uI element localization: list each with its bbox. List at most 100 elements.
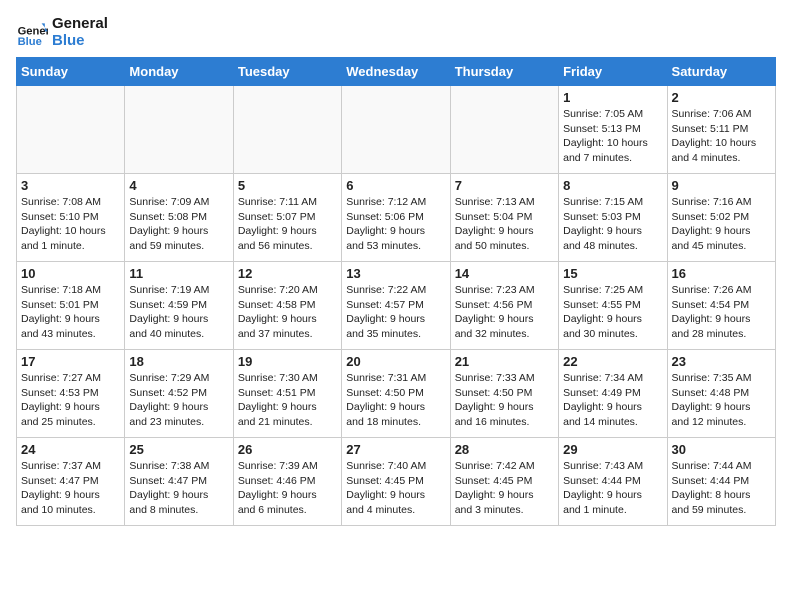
day-number: 4 [129, 178, 228, 193]
calendar-cell: 7 Sunrise: 7:13 AM Sunset: 5:04 PM Daylig… [450, 174, 558, 262]
day-header-thursday: Thursday [450, 58, 558, 86]
calendar-cell [450, 86, 558, 174]
calendar-cell: 8 Sunrise: 7:15 AM Sunset: 5:03 PM Daylig… [559, 174, 667, 262]
day-number: 22 [563, 354, 662, 369]
day-info: Sunrise: 7:38 AM Sunset: 4:47 PM Dayligh… [129, 459, 228, 518]
logo-icon: General Blue [16, 17, 48, 49]
day-info: Sunrise: 7:33 AM Sunset: 4:50 PM Dayligh… [455, 371, 554, 430]
day-info: Sunrise: 7:16 AM Sunset: 5:02 PM Dayligh… [672, 195, 771, 254]
day-info: Sunrise: 7:34 AM Sunset: 4:49 PM Dayligh… [563, 371, 662, 430]
calendar-cell: 29 Sunrise: 7:43 AM Sunset: 4:44 PM Dayli… [559, 438, 667, 526]
day-info: Sunrise: 7:42 AM Sunset: 4:45 PM Dayligh… [455, 459, 554, 518]
day-info: Sunrise: 7:29 AM Sunset: 4:52 PM Dayligh… [129, 371, 228, 430]
calendar-cell: 16 Sunrise: 7:26 AM Sunset: 4:54 PM Dayli… [667, 262, 775, 350]
calendar-cell: 2 Sunrise: 7:06 AM Sunset: 5:11 PM Daylig… [667, 86, 775, 174]
day-header-saturday: Saturday [667, 58, 775, 86]
calendar-cell: 18 Sunrise: 7:29 AM Sunset: 4:52 PM Dayli… [125, 350, 233, 438]
calendar-cell: 24 Sunrise: 7:37 AM Sunset: 4:47 PM Dayli… [17, 438, 125, 526]
calendar-cell: 30Sunrise: 7:44 AM Sunset: 4:44 PM Dayli… [667, 438, 775, 526]
calendar-cell: 27Sunrise: 7:40 AM Sunset: 4:45 PM Dayli… [342, 438, 450, 526]
calendar-cell: 9 Sunrise: 7:16 AM Sunset: 5:02 PM Daylig… [667, 174, 775, 262]
day-number: 5 [238, 178, 337, 193]
day-header-friday: Friday [559, 58, 667, 86]
day-number: 28 [455, 442, 554, 457]
calendar-cell: 11Sunrise: 7:19 AM Sunset: 4:59 PM Dayli… [125, 262, 233, 350]
day-info: Sunrise: 7:43 AM Sunset: 4:44 PM Dayligh… [563, 459, 662, 518]
day-number: 30 [672, 442, 771, 457]
day-info: Sunrise: 7:08 AM Sunset: 5:10 PM Dayligh… [21, 195, 120, 254]
day-number: 9 [672, 178, 771, 193]
day-info: Sunrise: 7:23 AM Sunset: 4:56 PM Dayligh… [455, 283, 554, 342]
day-info: Sunrise: 7:31 AM Sunset: 4:50 PM Dayligh… [346, 371, 445, 430]
calendar-cell: 13Sunrise: 7:22 AM Sunset: 4:57 PM Dayli… [342, 262, 450, 350]
calendar-cell: 25 Sunrise: 7:38 AM Sunset: 4:47 PM Dayli… [125, 438, 233, 526]
calendar-cell: 19 Sunrise: 7:30 AM Sunset: 4:51 PM Dayli… [233, 350, 341, 438]
day-number: 14 [455, 266, 554, 281]
calendar-cell: 12 Sunrise: 7:20 AM Sunset: 4:58 PM Dayli… [233, 262, 341, 350]
calendar-cell: 26 Sunrise: 7:39 AM Sunset: 4:46 PM Dayli… [233, 438, 341, 526]
day-number: 23 [672, 354, 771, 369]
day-number: 10 [21, 266, 120, 281]
day-number: 3 [21, 178, 120, 193]
day-number: 12 [238, 266, 337, 281]
day-number: 7 [455, 178, 554, 193]
calendar-cell [17, 86, 125, 174]
calendar-cell [125, 86, 233, 174]
day-info: Sunrise: 7:30 AM Sunset: 4:51 PM Dayligh… [238, 371, 337, 430]
day-number: 18 [129, 354, 228, 369]
calendar-cell: 21 Sunrise: 7:33 AM Sunset: 4:50 PM Dayli… [450, 350, 558, 438]
calendar-cell: 17 Sunrise: 7:27 AM Sunset: 4:53 PM Dayli… [17, 350, 125, 438]
day-number: 25 [129, 442, 228, 457]
calendar-cell: 3 Sunrise: 7:08 AM Sunset: 5:10 PM Daylig… [17, 174, 125, 262]
day-number: 29 [563, 442, 662, 457]
svg-text:Blue: Blue [18, 36, 42, 48]
calendar-week-5: 24 Sunrise: 7:37 AM Sunset: 4:47 PM Dayli… [17, 438, 776, 526]
day-info: Sunrise: 7:11 AM Sunset: 5:07 PM Dayligh… [238, 195, 337, 254]
day-info: Sunrise: 7:18 AM Sunset: 5:01 PM Dayligh… [21, 283, 120, 342]
day-number: 15 [563, 266, 662, 281]
day-info: Sunrise: 7:22 AM Sunset: 4:57 PM Dayligh… [346, 283, 445, 342]
day-info: Sunrise: 7:37 AM Sunset: 4:47 PM Dayligh… [21, 459, 120, 518]
calendar-cell [342, 86, 450, 174]
page-header: General Blue General Blue [16, 16, 776, 49]
day-info: Sunrise: 7:05 AM Sunset: 5:13 PM Dayligh… [563, 107, 662, 166]
day-info: Sunrise: 7:06 AM Sunset: 5:11 PM Dayligh… [672, 107, 771, 166]
day-number: 21 [455, 354, 554, 369]
day-number: 26 [238, 442, 337, 457]
day-number: 24 [21, 442, 120, 457]
day-number: 27 [346, 442, 445, 457]
day-info: Sunrise: 7:26 AM Sunset: 4:54 PM Dayligh… [672, 283, 771, 342]
day-number: 1 [563, 90, 662, 105]
day-number: 2 [672, 90, 771, 105]
day-number: 6 [346, 178, 445, 193]
calendar-cell: 10 Sunrise: 7:18 AM Sunset: 5:01 PM Dayli… [17, 262, 125, 350]
day-number: 8 [563, 178, 662, 193]
day-header-wednesday: Wednesday [342, 58, 450, 86]
day-info: Sunrise: 7:12 AM Sunset: 5:06 PM Dayligh… [346, 195, 445, 254]
day-header-tuesday: Tuesday [233, 58, 341, 86]
day-info: Sunrise: 7:20 AM Sunset: 4:58 PM Dayligh… [238, 283, 337, 342]
calendar-cell: 4Sunrise: 7:09 AM Sunset: 5:08 PM Daylig… [125, 174, 233, 262]
day-info: Sunrise: 7:25 AM Sunset: 4:55 PM Dayligh… [563, 283, 662, 342]
day-info: Sunrise: 7:27 AM Sunset: 4:53 PM Dayligh… [21, 371, 120, 430]
day-info: Sunrise: 7:13 AM Sunset: 5:04 PM Dayligh… [455, 195, 554, 254]
calendar-week-1: 1 Sunrise: 7:05 AM Sunset: 5:13 PM Daylig… [17, 86, 776, 174]
day-header-sunday: Sunday [17, 58, 125, 86]
calendar-cell [233, 86, 341, 174]
calendar-cell: 15 Sunrise: 7:25 AM Sunset: 4:55 PM Dayli… [559, 262, 667, 350]
day-number: 19 [238, 354, 337, 369]
calendar-table: SundayMondayTuesdayWednesdayThursdayFrid… [16, 57, 776, 526]
day-header-row: SundayMondayTuesdayWednesdayThursdayFrid… [17, 58, 776, 86]
day-info: Sunrise: 7:15 AM Sunset: 5:03 PM Dayligh… [563, 195, 662, 254]
day-info: Sunrise: 7:19 AM Sunset: 4:59 PM Dayligh… [129, 283, 228, 342]
day-number: 17 [21, 354, 120, 369]
day-header-monday: Monday [125, 58, 233, 86]
logo: General Blue General Blue [16, 16, 108, 49]
day-info: Sunrise: 7:39 AM Sunset: 4:46 PM Dayligh… [238, 459, 337, 518]
calendar-cell: 1 Sunrise: 7:05 AM Sunset: 5:13 PM Daylig… [559, 86, 667, 174]
calendar-cell: 23Sunrise: 7:35 AM Sunset: 4:48 PM Dayli… [667, 350, 775, 438]
calendar-cell: 6 Sunrise: 7:12 AM Sunset: 5:06 PM Daylig… [342, 174, 450, 262]
day-number: 16 [672, 266, 771, 281]
day-number: 20 [346, 354, 445, 369]
calendar-cell: 14 Sunrise: 7:23 AM Sunset: 4:56 PM Dayli… [450, 262, 558, 350]
